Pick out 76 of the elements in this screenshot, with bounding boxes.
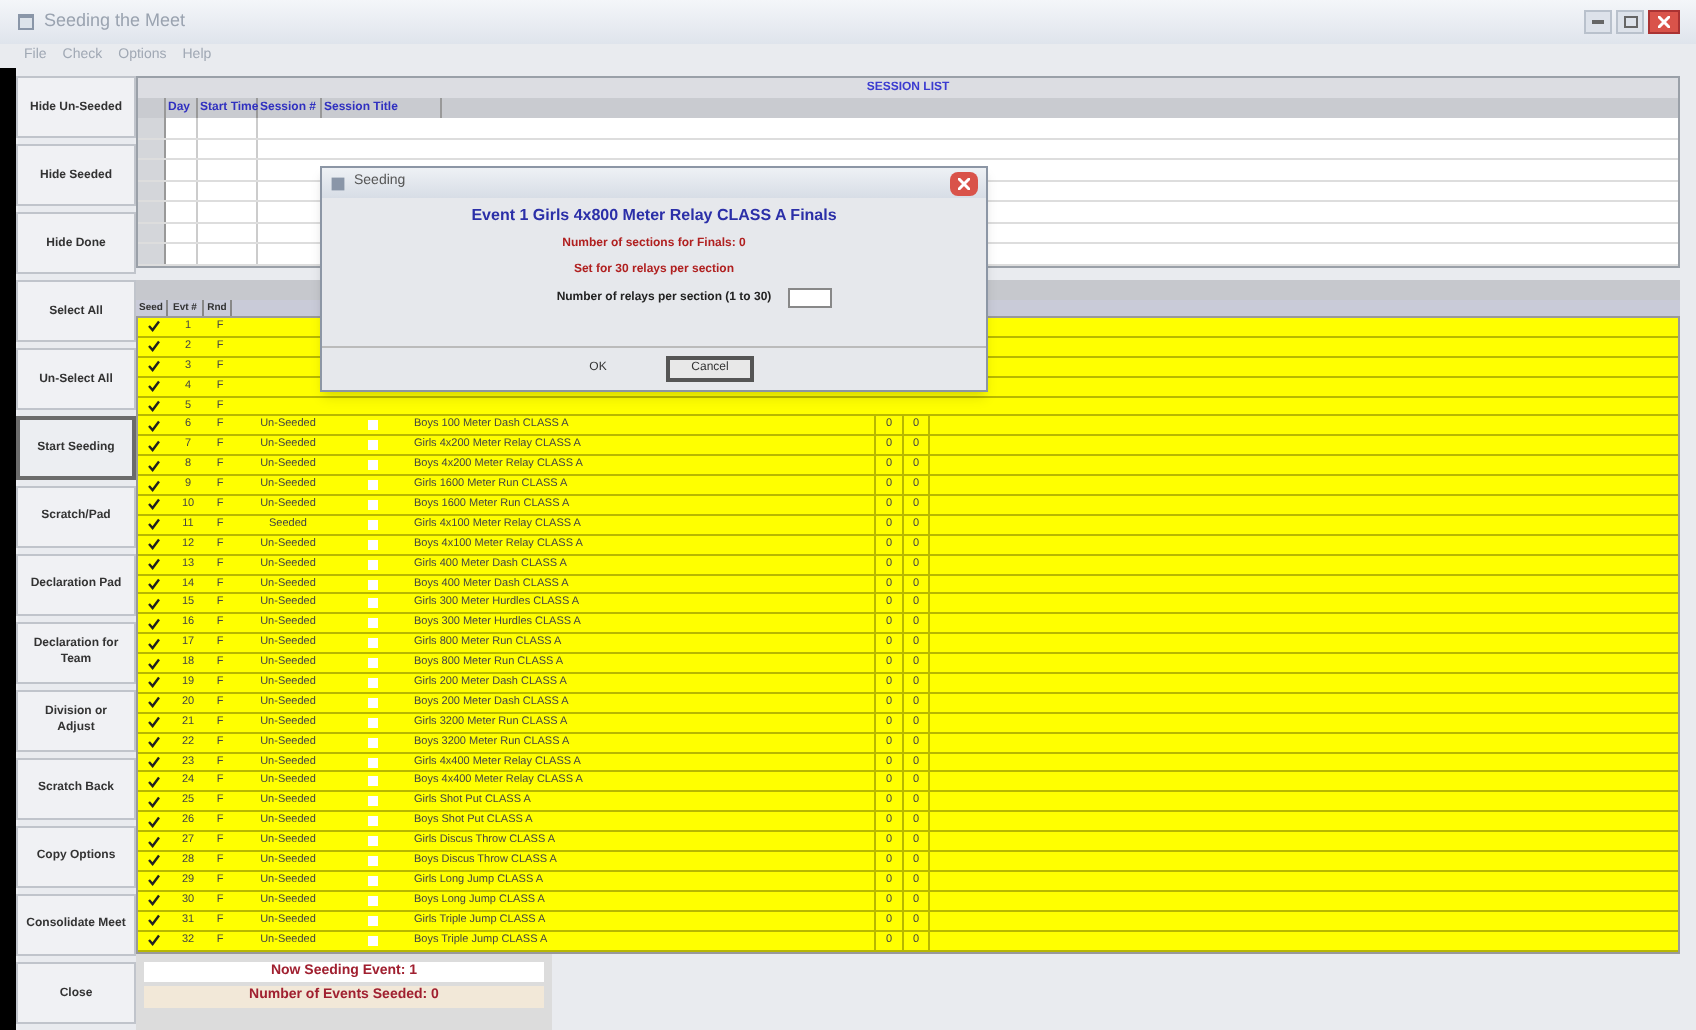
relays-input[interactable] [787,288,832,308]
check-icon[interactable] [148,459,160,472]
checkbox[interactable] [367,935,377,946]
check-icon[interactable] [148,874,160,887]
check-icon[interactable] [148,676,160,689]
check-icon[interactable] [148,538,160,551]
checkbox[interactable] [367,757,377,768]
check-icon[interactable] [148,400,160,412]
checkbox[interactable] [367,875,377,886]
row-header[interactable] [138,244,166,265]
checkbox[interactable] [367,717,377,728]
maximize-button[interactable] [1616,10,1644,34]
checkbox[interactable] [367,915,377,926]
check-icon[interactable] [148,914,160,927]
checkbox[interactable] [367,539,377,550]
close-icon [958,177,970,189]
event-heading: Event 1 Girls 4x800 Meter Relay CLASS A Finals [471,204,837,228]
checkbox[interactable] [367,638,377,649]
check-icon[interactable] [148,854,160,867]
check-icon[interactable] [148,775,160,788]
check-icon[interactable] [148,479,160,492]
check-icon[interactable] [148,934,160,947]
checkbox[interactable] [367,579,377,590]
check-icon[interactable] [148,360,160,373]
check-icon[interactable] [148,835,160,848]
checkbox[interactable] [367,816,377,827]
app-icon [330,175,346,191]
checkbox[interactable] [367,559,377,570]
check-icon[interactable] [148,637,160,650]
close-button[interactable] [1648,10,1680,34]
checkbox[interactable] [367,836,377,847]
check-icon[interactable] [148,320,160,333]
checkbox[interactable] [367,776,377,787]
checkbox[interactable] [367,440,377,451]
checkbox[interactable] [367,658,377,669]
check-icon[interactable] [148,518,160,531]
check-icon[interactable] [148,795,160,808]
row-header[interactable] [138,223,166,243]
check-icon[interactable] [148,617,160,630]
maximize-icon [1623,16,1637,28]
app-icon [16,12,36,32]
row-header[interactable] [138,139,166,159]
check-icon[interactable] [148,597,160,610]
check-icon[interactable] [148,498,160,511]
check-icon[interactable] [148,815,160,828]
checkbox[interactable] [367,420,377,431]
minimize-icon [1592,20,1604,24]
checkbox[interactable] [367,697,377,708]
checkbox[interactable] [367,895,377,906]
check-icon[interactable] [148,419,160,432]
close-button[interactable] [950,171,978,195]
checkbox[interactable] [367,677,377,688]
checkbox[interactable] [367,460,377,471]
checkbox[interactable] [367,618,377,629]
check-icon[interactable] [148,657,160,670]
checkbox[interactable] [367,855,377,866]
check-icon[interactable] [148,439,160,452]
check-icon[interactable] [148,578,160,591]
check-icon[interactable] [148,716,160,729]
checkbox[interactable] [367,737,377,748]
checkbox[interactable] [367,796,377,807]
check-icon[interactable] [148,696,160,709]
checkbox[interactable] [367,519,377,530]
minimize-button[interactable] [1584,10,1612,34]
check-icon[interactable] [148,736,160,749]
checkbox[interactable] [367,480,377,491]
check-icon[interactable] [148,558,160,571]
row-header[interactable] [138,181,166,201]
close-icon [1658,16,1670,28]
check-icon[interactable] [148,340,160,353]
check-icon[interactable] [148,380,160,393]
check-icon[interactable] [148,894,160,907]
checkbox[interactable] [367,598,377,609]
window-title: Seeding the Meet [44,8,186,35]
check-icon[interactable] [148,756,160,769]
checkbox[interactable] [367,499,377,510]
